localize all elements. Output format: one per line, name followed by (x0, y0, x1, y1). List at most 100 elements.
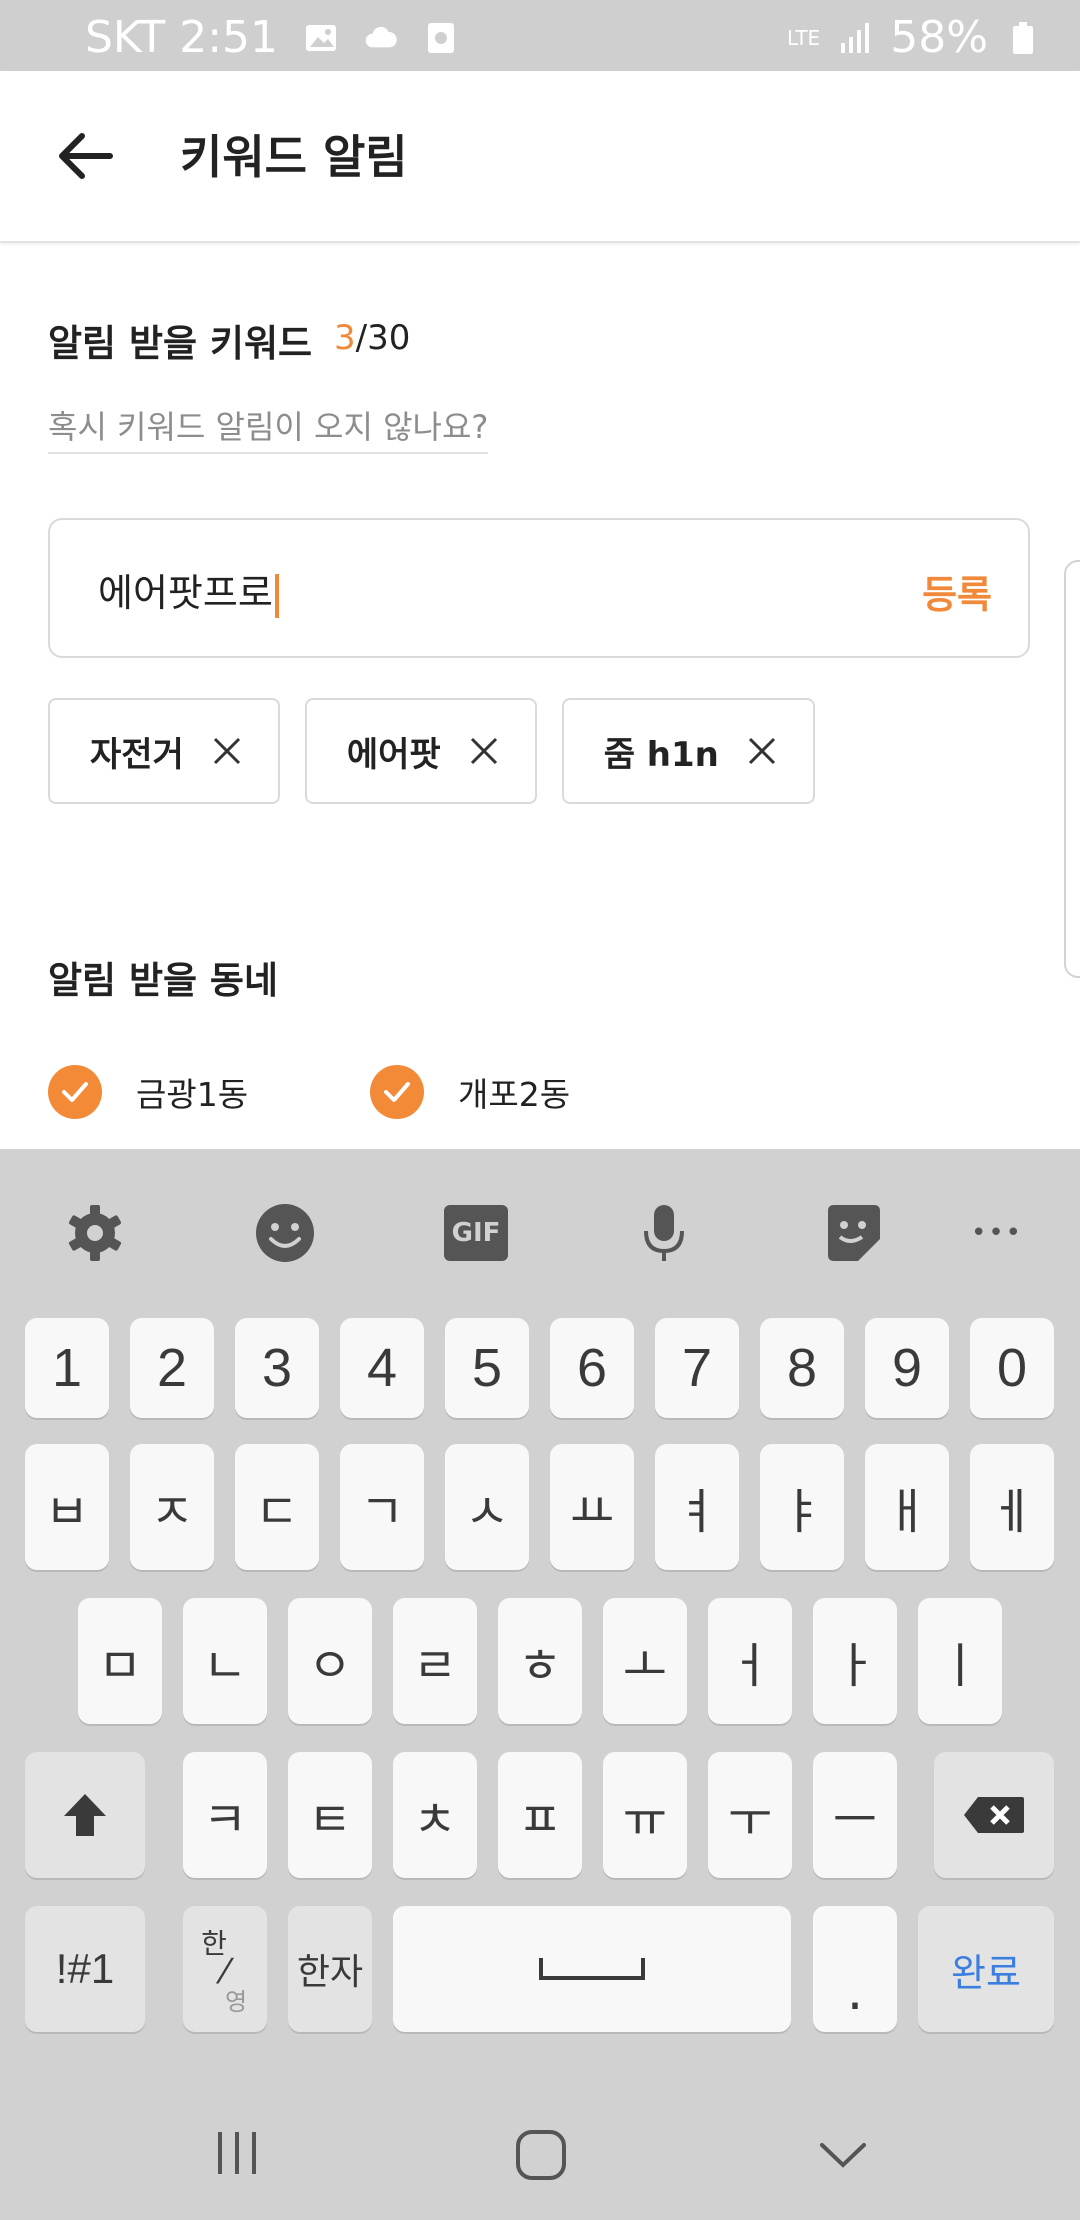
chip-label: 에어팟 (346, 734, 441, 775)
key-6[interactable]: 6 (550, 1318, 634, 1418)
chip-label: 줌 h1n (603, 734, 719, 775)
image-icon (306, 24, 337, 51)
key-ㅏ[interactable]: ㅏ (813, 1598, 897, 1724)
battery-level: 58% (890, 12, 988, 63)
town-label: 금광1동 (136, 1075, 249, 1114)
sticker-icon[interactable] (822, 1201, 886, 1265)
town-option[interactable]: 개포2동 (370, 1065, 570, 1119)
backspace-key[interactable] (934, 1752, 1054, 1878)
keyword-input-value: 에어팟프로 (98, 571, 273, 615)
page-title: 키워드 알림 (180, 130, 408, 184)
keyword-count-current: 3 (334, 318, 356, 358)
navigation-bar (0, 2035, 1080, 2220)
text-caret (274, 573, 279, 618)
status-bar: SKT 2:51 LTE 58% (0, 0, 1080, 71)
key-ㅇ[interactable]: ㅇ (288, 1598, 372, 1724)
key-4[interactable]: 4 (340, 1318, 424, 1418)
keyword-chip: 자전거 (48, 698, 280, 804)
key-ㅈ[interactable]: ㅈ (130, 1444, 214, 1570)
carrier-time: SKT 2:51 (85, 12, 279, 63)
key-ㅂ[interactable]: ㅂ (25, 1444, 109, 1570)
done-key[interactable]: 완료 (918, 1906, 1054, 2032)
network-type: LTE (786, 25, 821, 50)
key-5[interactable]: 5 (445, 1318, 529, 1418)
keyword-chip-list: 자전거 에어팟 줌 h1n (48, 698, 815, 804)
close-icon[interactable] (212, 736, 242, 766)
key-ㅡ[interactable]: ㅡ (813, 1752, 897, 1878)
register-button[interactable]: 등록 (922, 564, 992, 619)
record-icon (428, 22, 455, 53)
key-ㅎ[interactable]: ㅎ (498, 1598, 582, 1724)
home-icon[interactable] (514, 2128, 568, 2182)
help-link[interactable]: 혹시 키워드 알림이 오지 않나요? (48, 402, 489, 454)
space-icon (539, 1958, 645, 1980)
key-1[interactable]: 1 (25, 1318, 109, 1418)
keyword-chip: 줌 h1n (561, 698, 815, 804)
key-ㅔ[interactable]: ㅔ (970, 1444, 1054, 1570)
battery-icon (1013, 21, 1033, 54)
key-ㅕ[interactable]: ㅕ (655, 1444, 739, 1570)
more-icon[interactable]: ••• (965, 1201, 1029, 1265)
keyword-chip: 에어팟 (304, 698, 537, 804)
key-ㅁ[interactable]: ㅁ (78, 1598, 162, 1724)
key-ㅊ[interactable]: ㅊ (393, 1752, 477, 1878)
key-ㄱ[interactable]: ㄱ (340, 1444, 424, 1570)
lang-slash: ⁄ (222, 1951, 228, 1992)
key-ㅌ[interactable]: ㅌ (288, 1752, 372, 1878)
keyword-input[interactable]: 에어팟프로 (98, 562, 279, 618)
recent-apps-icon[interactable] (212, 2128, 262, 2178)
emoji-icon[interactable] (253, 1201, 317, 1265)
key-ㅓ[interactable]: ㅓ (708, 1598, 792, 1724)
close-icon[interactable] (747, 736, 777, 766)
key-ㅠ[interactable]: ㅠ (603, 1752, 687, 1878)
period-key[interactable]: . (813, 1906, 897, 2032)
key-3[interactable]: 3 (235, 1318, 319, 1418)
keyword-count-total: /30 (355, 318, 411, 358)
town-section-title: 알림 받을 동네 (48, 959, 279, 1002)
key-0[interactable]: 0 (970, 1318, 1054, 1418)
keyword-input-box[interactable]: 에어팟프로 등록 (48, 518, 1030, 658)
key-ㅐ[interactable]: ㅐ (865, 1444, 949, 1570)
key-9[interactable]: 9 (865, 1318, 949, 1418)
key-ㅋ[interactable]: ㅋ (183, 1752, 267, 1878)
keyboard: GIF ••• 1234567890 ㅂㅈㄷㄱㅅㅛㅕㅑㅐㅔㅁㄴㅇㄹㅎㅗㅓㅏㅣㅋㅌㅊ… (0, 1149, 1080, 2035)
key-ㅑ[interactable]: ㅑ (760, 1444, 844, 1570)
lang-english-label: 영 (224, 1987, 248, 2016)
keyword-count: 3/30 (334, 318, 410, 358)
key-ㅜ[interactable]: ㅜ (708, 1752, 792, 1878)
gif-icon[interactable]: GIF (444, 1205, 508, 1261)
key-ㅍ[interactable]: ㅍ (498, 1752, 582, 1878)
key-ㅅ[interactable]: ㅅ (445, 1444, 529, 1570)
space-key[interactable] (393, 1906, 791, 2032)
app-header: 키워드 알림 (0, 71, 1080, 243)
cloud-icon (365, 26, 397, 47)
town-label: 개포2동 (458, 1075, 571, 1114)
key-7[interactable]: 7 (655, 1318, 739, 1418)
key-ㄷ[interactable]: ㄷ (235, 1444, 319, 1570)
check-icon[interactable] (370, 1065, 424, 1119)
shift-key[interactable] (25, 1752, 145, 1878)
keyword-section-title: 알림 받을 키워드 (48, 322, 313, 365)
key-ㅛ[interactable]: ㅛ (550, 1444, 634, 1570)
key-ㅗ[interactable]: ㅗ (603, 1598, 687, 1724)
key-ㅣ[interactable]: ㅣ (918, 1598, 1002, 1724)
hanja-key[interactable]: 한자 (288, 1906, 372, 2032)
chevron-down-icon[interactable] (818, 2135, 868, 2175)
shift-icon (64, 1794, 106, 1836)
backspace-icon (964, 1797, 1024, 1833)
close-icon[interactable] (469, 736, 499, 766)
key-ㄴ[interactable]: ㄴ (183, 1598, 267, 1724)
check-icon[interactable] (48, 1065, 102, 1119)
side-scroll-handle[interactable] (1064, 560, 1080, 978)
symbols-key[interactable]: !#1 (25, 1906, 145, 2032)
gear-icon[interactable] (63, 1201, 127, 1265)
mic-icon[interactable] (632, 1201, 696, 1265)
key-8[interactable]: 8 (760, 1318, 844, 1418)
town-option[interactable]: 금광1동 (48, 1065, 248, 1119)
arrow-left-icon[interactable] (50, 126, 120, 186)
key-2[interactable]: 2 (130, 1318, 214, 1418)
key-ㄹ[interactable]: ㄹ (393, 1598, 477, 1724)
language-toggle-key[interactable]: 한 ⁄ 영 (183, 1906, 267, 2032)
chip-label: 자전거 (90, 734, 184, 775)
signal-icon (841, 22, 870, 53)
